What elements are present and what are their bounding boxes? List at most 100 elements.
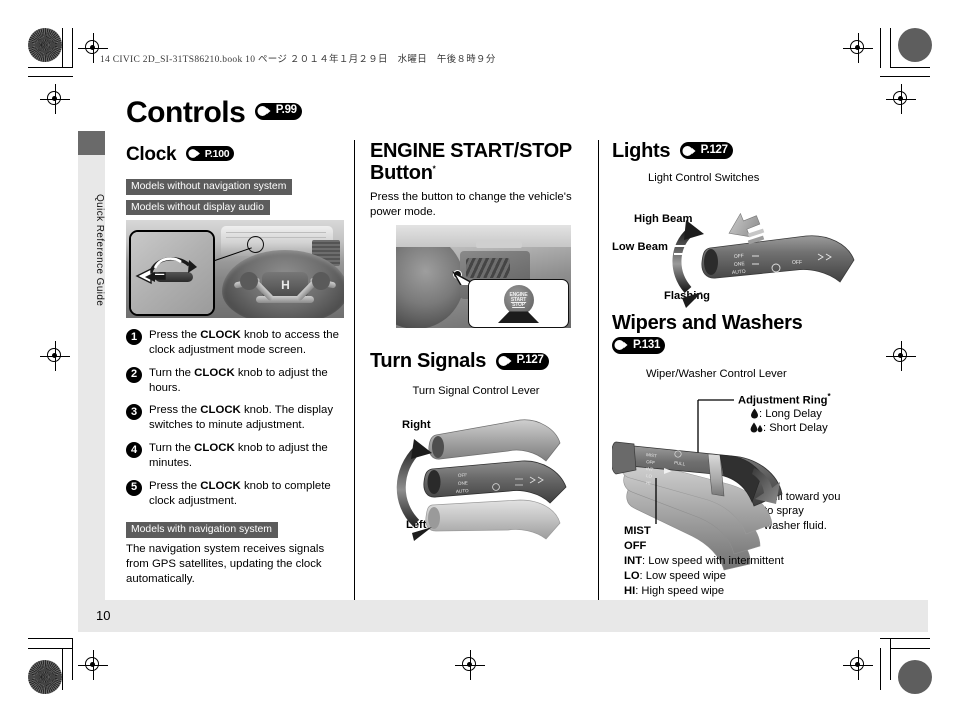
list-item: 1 Press the CLOCK knob to access the clo… (126, 328, 344, 358)
wiper-legend: MIST OFF INT: Low speed with intermitten… (624, 524, 784, 599)
light-control-lever-illustration: High Beam Low Beam Flashing OFF ONE AUTO… (612, 186, 857, 316)
high-beam-arrow-icon (728, 213, 765, 245)
step-number: 5 (126, 479, 142, 496)
asterisk-mark: * (432, 164, 436, 174)
list-item: 4 Turn the CLOCK knob to adjust the minu… (126, 441, 344, 471)
steering-wheel: H (222, 250, 344, 319)
registration-solid-circle-bottomright (898, 660, 932, 694)
column-divider-1 (354, 140, 355, 600)
turn-signal-caption: Turn Signal Control Lever (412, 384, 540, 397)
registration-crosshair-midleft (40, 341, 70, 371)
page-ref-text: P.100 (204, 147, 230, 160)
model-bar-no-nav: Models without navigation system (126, 179, 293, 195)
column-clock: Clock P.100 Models without navigation sy… (126, 144, 344, 586)
arrow-right-icon (257, 106, 271, 116)
registration-crosshair-bottomleft (78, 650, 108, 680)
clock-heading-row: Clock P.100 (126, 144, 344, 165)
svg-text:ONE: ONE (458, 480, 468, 486)
step-number: 2 (126, 366, 142, 383)
clock-knob-highlight (247, 236, 264, 254)
step-number: 4 (126, 442, 142, 459)
step-number: 3 (126, 404, 142, 421)
step-text: Press the CLOCK knob. The display switch… (149, 404, 334, 432)
svg-text:OFF: OFF (734, 254, 744, 261)
page-ref-badge-wipers[interactable]: P.131 (612, 336, 666, 354)
page-title: Controls (126, 96, 246, 129)
registration-crosshair-topright (843, 33, 873, 63)
svg-text:INT: INT (646, 466, 654, 472)
clock-steps-list: 1 Press the CLOCK knob to access the clo… (126, 328, 344, 508)
lights-heading-row: Lights P.127 (612, 140, 857, 162)
column-lights-wipers: Lights P.127 Light Control Switches High… (612, 140, 857, 597)
registration-target-circle (28, 28, 62, 62)
registration-target-circle-bottomleft (28, 660, 62, 694)
svg-text:ONE: ONE (734, 261, 746, 268)
svg-text:OFF: OFF (792, 260, 802, 266)
wiper-washer-lever-illustration: Adjustment Ring* : Long Delay : Short De… (612, 384, 857, 597)
page-ref-badge-lights[interactable]: P.127 (679, 142, 733, 160)
page-title-row: Controls P.99 (126, 96, 302, 130)
knob-motion-arrows (135, 257, 197, 285)
model-bar-with-nav: Models with navigation system (126, 522, 278, 538)
engine-start-stop-photo: ENGINE START STOP (396, 225, 571, 329)
svg-text:OFF: OFF (458, 472, 468, 478)
step-text: Press the CLOCK knob to access the clock… (149, 329, 339, 356)
turn-signal-lever-illustration: Right Left OFF ONE AUTO (370, 403, 582, 543)
engine-button-callout: ENGINE START STOP (468, 279, 569, 329)
sidebar-tab-block (78, 131, 105, 155)
registration-crosshair-left (40, 84, 70, 114)
arrow-right-icon (188, 149, 200, 159)
page-ref-text: P.99 (275, 104, 297, 117)
legend-item: INT: Low speed with intermittent (624, 554, 784, 567)
step-text: Press the CLOCK knob to complete clock a… (149, 479, 331, 507)
list-item: 5 Press the CLOCK knob to complete clock… (126, 479, 344, 509)
arrow-right-icon (682, 145, 696, 156)
legend-item: HI: High speed wipe (624, 584, 725, 597)
turn-signals-heading-row: Turn Signals P.127 (370, 350, 582, 372)
registration-crosshair-bottomcenter (455, 650, 485, 680)
page-ref-text: P.127 (700, 144, 728, 157)
legend-item: MIST (624, 524, 651, 537)
column-divider-2 (598, 140, 599, 600)
lever-position-up (428, 419, 561, 462)
svg-text:AUTO: AUTO (732, 269, 746, 276)
engine-intro-text: Press the button to change the vehicle's… (370, 190, 572, 218)
list-item: 2 Turn the CLOCK knob to adjust the hour… (126, 366, 344, 396)
model-bar-no-display-audio: Models without display audio (126, 199, 270, 216)
steering-wheel-clock-photo: H (126, 220, 344, 319)
manual-page: 14 CIVIC 2D_SI-31TS86210.book 10 ページ ２０１… (0, 0, 954, 718)
turn-signals-heading: Turn Signals (370, 350, 487, 373)
svg-text:HI: HI (646, 480, 651, 486)
step-text: Turn the CLOCK knob to adjust the minute… (149, 442, 328, 469)
page-content: Controls P.99 Clock P.100 Models without… (126, 96, 926, 606)
wipers-heading-block: Wipers and Washers P.131 (612, 312, 857, 355)
lever-position-down (425, 499, 561, 540)
clock-heading: Clock (126, 144, 177, 165)
svg-text:AUTO: AUTO (456, 488, 469, 494)
wiper-lever-caption: Wiper/Washer Control Lever (646, 367, 787, 380)
engine-start-stop-button-icon: ENGINE START STOP (503, 285, 534, 316)
list-item: 3 Press the CLOCK knob. The display swit… (126, 403, 344, 433)
honda-logo: H (281, 278, 290, 293)
registration-solid-circle-topright (898, 28, 932, 62)
page-ref-badge-turn-signals[interactable]: P.127 (495, 352, 549, 370)
arrow-right-icon (614, 340, 628, 351)
light-control-caption: Light Control Switches (648, 172, 760, 185)
light-lever-body: OFF ONE AUTO OFF (701, 235, 855, 283)
step-text: Turn the CLOCK knob to adjust the hours. (149, 366, 328, 394)
registration-crosshair-bottomright (843, 650, 873, 680)
nav-clock-text: The navigation system receives signals f… (126, 542, 325, 585)
page-ref-badge-controls[interactable]: P.99 (254, 102, 302, 120)
engine-heading-line2: Button* (370, 162, 436, 185)
page-ref-badge-clock[interactable]: P.100 (185, 146, 235, 162)
print-slug-line: 14 CIVIC 2D_SI-31TS86210.book 10 ページ ２０１… (100, 55, 496, 65)
column-engine-turn: ENGINE START/STOP Button* Press the butt… (370, 140, 582, 543)
engine-heading-line1: ENGINE START/STOP (370, 140, 572, 162)
button-base-shape (497, 311, 540, 324)
legend-item: OFF (624, 539, 647, 552)
step-number: 1 (126, 329, 142, 346)
lights-heading: Lights (612, 140, 671, 162)
clock-knob-inset (129, 230, 215, 317)
arrow-right-icon (497, 356, 512, 367)
page-ref-text: P.131 (633, 338, 661, 351)
